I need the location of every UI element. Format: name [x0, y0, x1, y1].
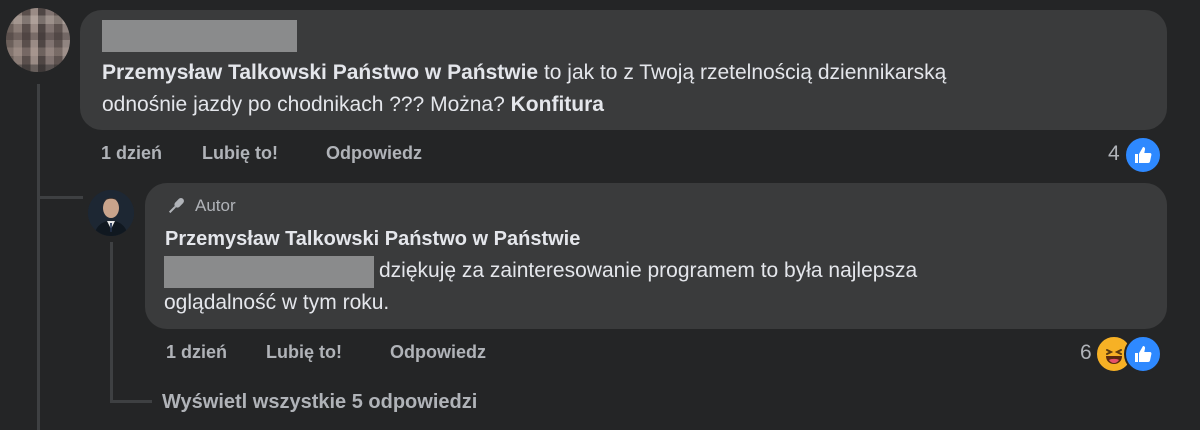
reply-bubble: Autor Przemysław Talkowski Państwo w Pań… [145, 183, 1167, 329]
reply-reply-button[interactable]: Odpowiedz [390, 342, 486, 363]
reply-button[interactable]: Odpowiedz [326, 143, 422, 164]
reply-reaction-count[interactable]: 6 [1080, 341, 1092, 365]
microphone-icon [168, 198, 184, 214]
comment-text-line-2: odnośnie jazdy po chodnikach ??? Można? … [102, 93, 604, 116]
author-badge: Autor [165, 195, 236, 217]
thread-line-reply [110, 242, 113, 402]
reaction-count[interactable]: 4 [1108, 142, 1120, 166]
mention-link-konfitura[interactable]: Konfitura [511, 93, 604, 116]
avatar[interactable] [6, 8, 70, 72]
comment-bubble: Przemysław Talkowski Państwo w Państwie … [80, 10, 1167, 130]
comment-timestamp[interactable]: 1 dzień [101, 143, 162, 164]
mention-link[interactable]: Przemysław Talkowski Państwo w Państwie [102, 61, 538, 84]
thread-line-branch-view-all [110, 400, 152, 403]
like-icon[interactable] [1124, 136, 1162, 174]
like-button[interactable]: Lubię to! [202, 143, 278, 164]
reply-text-line-1: dziękuję za zainteresowanie programem to… [379, 259, 918, 282]
redacted-mention [164, 256, 374, 288]
reply-text-line-2: oglądalność w tym roku. [164, 291, 390, 314]
redacted-author-name [102, 20, 297, 52]
reply-timestamp[interactable]: 1 dzień [166, 342, 227, 363]
view-all-replies-link[interactable]: Wyświetl wszystkie 5 odpowiedzi [162, 391, 477, 414]
like-icon[interactable] [1124, 335, 1162, 373]
reply-author-name[interactable]: Przemysław Talkowski Państwo w Państwie [165, 223, 580, 255]
author-avatar[interactable] [88, 190, 134, 236]
thread-line-branch-reply [37, 196, 83, 199]
comment-text-line-1: Przemysław Talkowski Państwo w Państwie … [102, 61, 947, 84]
reply-like-button[interactable]: Lubię to! [266, 342, 342, 363]
thread-line-main [37, 84, 40, 430]
